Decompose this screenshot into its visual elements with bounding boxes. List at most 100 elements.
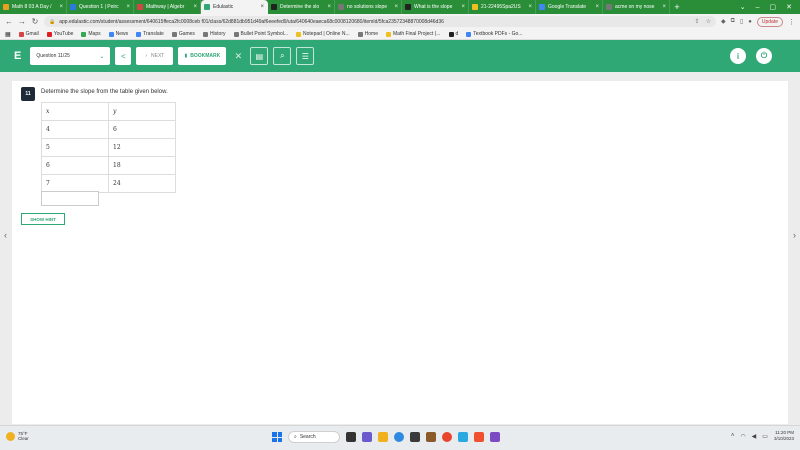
question-select[interactable]: Question 11/25 ⌄ bbox=[30, 47, 111, 65]
edulastic-logo[interactable]: E bbox=[14, 50, 21, 62]
bookmark-label: Math Final Project (... bbox=[392, 31, 441, 37]
clock[interactable]: 11:20 PM 3/10/2023 bbox=[774, 430, 794, 442]
bookmark-item[interactable]: Textbook PDFs - Go... bbox=[466, 31, 522, 37]
bookmark-button[interactable]: ▮ BOOKMARK bbox=[178, 47, 227, 65]
browser-tab[interactable]: What is the slope × bbox=[402, 0, 469, 14]
chevron-right-icon[interactable]: › bbox=[793, 230, 796, 240]
close-window-icon[interactable]: ✕ bbox=[786, 3, 792, 11]
profile-icon[interactable]: ● bbox=[748, 19, 752, 25]
previous-button[interactable]: < bbox=[115, 47, 132, 65]
bookmark-item[interactable]: Gmail bbox=[18, 31, 39, 37]
tab-label: Determine the slo bbox=[280, 4, 320, 10]
windows-start-icon[interactable] bbox=[272, 432, 282, 442]
apps-icon[interactable]: ▦ bbox=[5, 31, 11, 38]
bookmark-item[interactable]: Notepad | Online N... bbox=[296, 31, 350, 37]
app-icon[interactable] bbox=[426, 432, 436, 442]
favicon-icon bbox=[3, 4, 9, 10]
share-icon[interactable]: ⇪ bbox=[695, 18, 700, 25]
browser-tab[interactable]: Edulastic × bbox=[201, 0, 268, 14]
bookmark-item[interactable]: Bullet Point Symbol... bbox=[233, 31, 288, 37]
app-icon[interactable] bbox=[458, 432, 468, 442]
tab-label: no solutions slope bbox=[347, 4, 388, 10]
magnifier-icon[interactable]: ⌕ bbox=[273, 47, 292, 65]
weather-condition: Clear bbox=[18, 436, 29, 441]
reload-icon[interactable]: ↻ bbox=[31, 17, 39, 26]
weather-widget[interactable]: 75°F Clear bbox=[6, 431, 29, 441]
bookmark-favicon-icon bbox=[296, 31, 302, 37]
app-icon[interactable] bbox=[490, 432, 500, 442]
exit-icon[interactable]: ⏻ bbox=[756, 48, 772, 64]
bookmark-item[interactable]: News bbox=[108, 31, 128, 37]
bookmark-item[interactable]: Translate bbox=[136, 31, 164, 37]
browser-tab[interactable]: no solutions slope × bbox=[335, 0, 402, 14]
next-button[interactable]: › NEXT bbox=[136, 47, 174, 65]
star-icon[interactable]: ☆ bbox=[706, 18, 711, 25]
tray-chevron-icon[interactable]: ˄ bbox=[731, 433, 735, 439]
bookmark-favicon-icon bbox=[466, 31, 472, 37]
bookmark-label: Notepad | Online N... bbox=[303, 31, 350, 37]
tab-close-icon[interactable]: × bbox=[126, 4, 130, 10]
puzzle-icon[interactable]: ⧉ bbox=[731, 18, 735, 25]
new-tab-button[interactable]: + bbox=[670, 0, 684, 14]
bookmark-item[interactable]: d bbox=[448, 31, 458, 37]
tab-close-icon[interactable]: × bbox=[461, 4, 465, 10]
url-input[interactable]: 🔒 app.edulastic.com/student/assessment/6… bbox=[44, 16, 717, 27]
tab-label: What is the slope bbox=[414, 4, 453, 10]
bookmark-item[interactable]: History bbox=[202, 31, 226, 37]
app-icon[interactable] bbox=[474, 432, 484, 442]
minimize-icon[interactable]: – bbox=[756, 4, 760, 11]
browser-tab[interactable]: Google Translate × bbox=[536, 0, 603, 14]
back-arrow-icon[interactable]: ← bbox=[5, 17, 13, 26]
bookmark-item[interactable]: Math Final Project (... bbox=[385, 31, 441, 37]
chat-icon[interactable] bbox=[362, 432, 372, 442]
sidebar-icon[interactable]: ▯ bbox=[740, 18, 743, 25]
forward-arrow-icon[interactable]: → bbox=[18, 17, 26, 26]
taskbar-search[interactable]: ⌕ Search bbox=[288, 431, 340, 443]
browser-tab[interactable]: Question 1 | Peirc × bbox=[67, 0, 134, 14]
bookmark-item[interactable]: YouTube bbox=[46, 31, 73, 37]
tab-close-icon[interactable]: × bbox=[327, 4, 331, 10]
store-icon[interactable] bbox=[410, 432, 420, 442]
calculator-icon[interactable]: ▤ bbox=[250, 47, 269, 65]
question-prompt: Determine the slope from the table given… bbox=[41, 89, 168, 95]
close-icon[interactable]: ✕ bbox=[231, 47, 245, 65]
url-text: app.edulastic.com/student/assessment/640… bbox=[59, 18, 444, 25]
show-hint-button[interactable]: SHOW HINT bbox=[21, 213, 65, 225]
browser-tab[interactable]: Mathway | Algebr × bbox=[134, 0, 201, 14]
volume-icon[interactable]: ◀ bbox=[752, 433, 757, 440]
bookmark-item[interactable]: Games bbox=[171, 31, 195, 37]
info-icon[interactable]: i bbox=[730, 48, 746, 64]
browser-tab[interactable]: 21-22495Spa2US × bbox=[469, 0, 536, 14]
browser-tab[interactable]: Math 8 03 A Day / × bbox=[0, 0, 67, 14]
tab-close-icon[interactable]: × bbox=[394, 4, 398, 10]
chevron-down-icon[interactable]: ⌄ bbox=[740, 3, 746, 11]
favicon-icon bbox=[338, 4, 344, 10]
toolbox-icon[interactable]: ☰ bbox=[296, 47, 315, 65]
update-button[interactable]: Update bbox=[756, 16, 783, 27]
file-explorer-icon[interactable] bbox=[378, 432, 388, 442]
tab-close-icon[interactable]: × bbox=[260, 4, 264, 10]
tab-close-icon[interactable]: × bbox=[59, 4, 63, 10]
tab-close-icon[interactable]: × bbox=[193, 4, 197, 10]
browser-tab[interactable]: Determine the slo × bbox=[268, 0, 335, 14]
edge-icon[interactable] bbox=[394, 432, 404, 442]
table-cell: 5 bbox=[41, 138, 109, 157]
browser-tab[interactable]: acme on my nose × bbox=[603, 0, 670, 14]
tab-close-icon[interactable]: × bbox=[662, 4, 666, 10]
favicon-icon bbox=[137, 4, 143, 10]
bookmark-item[interactable]: Maps bbox=[81, 31, 101, 37]
task-view-icon[interactable] bbox=[346, 432, 356, 442]
menu-icon[interactable]: ⋮ bbox=[788, 18, 795, 26]
answer-input[interactable] bbox=[41, 191, 99, 206]
favicon-icon bbox=[606, 4, 612, 10]
bookmark-favicon-icon bbox=[46, 31, 52, 37]
chrome-icon[interactable] bbox=[442, 432, 452, 442]
bookmark-item[interactable]: Home bbox=[357, 31, 378, 37]
tab-close-icon[interactable]: × bbox=[595, 4, 599, 10]
battery-icon[interactable]: ▭ bbox=[762, 433, 768, 440]
extension-icon[interactable]: ◆ bbox=[721, 18, 726, 25]
wifi-icon[interactable]: ◠ bbox=[740, 433, 745, 440]
maximize-icon[interactable]: ▢ bbox=[770, 3, 777, 11]
tab-close-icon[interactable]: × bbox=[528, 4, 532, 10]
chevron-left-icon[interactable]: ‹ bbox=[4, 230, 7, 240]
